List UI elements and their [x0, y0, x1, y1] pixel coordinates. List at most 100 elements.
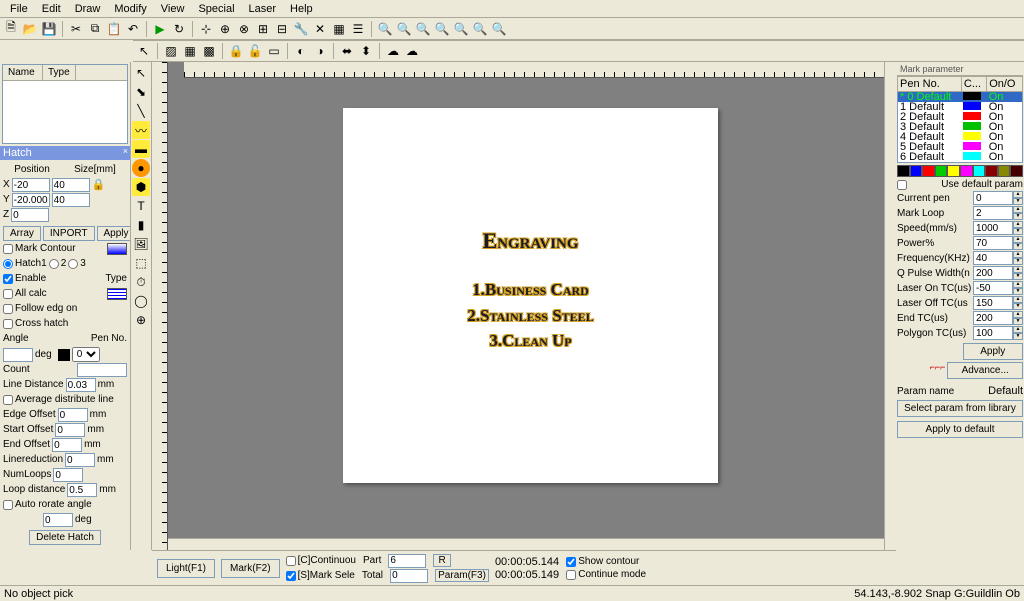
scrollbar-horizontal[interactable]: [168, 538, 884, 550]
count-input[interactable]: [77, 363, 127, 377]
spinner[interactable]: ▲▼: [1013, 206, 1023, 220]
delete-hatch-button[interactable]: Delete Hatch: [29, 530, 101, 545]
hatch1-icon[interactable]: ▨: [162, 42, 180, 60]
x-size-input[interactable]: [52, 178, 90, 192]
color-swatch[interactable]: [998, 165, 1011, 177]
hatch2-icon[interactable]: ▦: [181, 42, 199, 60]
x-pos-input[interactable]: [12, 178, 50, 192]
mirror-h-icon[interactable]: ⬌: [338, 42, 356, 60]
color-swatch[interactable]: [897, 165, 910, 177]
hatch1-radio[interactable]: [3, 259, 13, 269]
canvas-line1-text[interactable]: 1.Business Card: [343, 280, 718, 300]
color-swatch[interactable]: [922, 165, 935, 177]
object-list[interactable]: Name Type: [2, 64, 128, 144]
spinner[interactable]: ▲▼: [1013, 296, 1023, 310]
zoom-in-icon[interactable]: 🔍: [376, 20, 394, 38]
timer-tool-icon[interactable]: ⏱: [132, 273, 150, 291]
numloops-input[interactable]: [53, 468, 83, 482]
menu-help[interactable]: Help: [283, 1, 320, 17]
color-swatch[interactable]: [935, 165, 948, 177]
param-input[interactable]: [973, 266, 1013, 280]
menu-file[interactable]: File: [3, 1, 35, 17]
param-input[interactable]: [973, 236, 1013, 250]
avgdist-check[interactable]: [3, 395, 13, 405]
apply-param-button[interactable]: Apply: [963, 343, 1023, 360]
array-button[interactable]: Array: [3, 226, 41, 241]
linered-input[interactable]: [65, 453, 95, 467]
y-size-input[interactable]: [52, 193, 90, 207]
pen-hdr-color[interactable]: C...: [961, 77, 986, 92]
color-swatch[interactable]: [910, 165, 923, 177]
lock-icon[interactable]: 🔒: [227, 42, 245, 60]
obj-col-type[interactable]: Type: [43, 65, 76, 80]
menu-edit[interactable]: Edit: [35, 1, 68, 17]
z-pos-input[interactable]: [11, 208, 49, 222]
param-input[interactable]: [973, 311, 1013, 325]
vector-tool-icon[interactable]: ⬚: [132, 254, 150, 272]
pen-select[interactable]: 0: [72, 347, 100, 362]
spinner[interactable]: ▲▼: [1013, 326, 1023, 340]
menu-modify[interactable]: Modify: [107, 1, 153, 17]
r-button[interactable]: R: [433, 554, 450, 567]
shape1-icon[interactable]: ◐: [292, 42, 310, 60]
param-input[interactable]: [973, 251, 1013, 265]
menu-view[interactable]: View: [154, 1, 192, 17]
contour-swatch[interactable]: [107, 243, 127, 255]
spinner[interactable]: ▲▼: [1013, 221, 1023, 235]
zoom3-icon[interactable]: 🔍: [490, 20, 508, 38]
zoom-sel-icon[interactable]: 🔍: [433, 20, 451, 38]
y-pos-input[interactable]: [12, 193, 50, 207]
cut-icon[interactable]: ✂: [67, 20, 85, 38]
canvas-title-text[interactable]: Engraving: [343, 228, 718, 254]
input-tool-icon[interactable]: ◯: [132, 292, 150, 310]
play-icon[interactable]: ▶: [151, 20, 169, 38]
pen-color-swatch[interactable]: [58, 349, 70, 361]
workspace[interactable]: Engraving 1.Business Card 2.Stainless St…: [168, 78, 884, 538]
select-library-button[interactable]: Select param from library: [897, 400, 1023, 417]
mark-button[interactable]: Mark(F2): [221, 559, 280, 578]
allcalc-check[interactable]: [3, 289, 13, 299]
barcode-tool-icon[interactable]: ▮: [132, 216, 150, 234]
canvas-line2-text[interactable]: 2.Stainless Steel: [343, 306, 718, 326]
zoom2-icon[interactable]: 🔍: [471, 20, 489, 38]
curve-tool-icon[interactable]: 〰: [132, 121, 150, 139]
spinner[interactable]: ▲▼: [1013, 251, 1023, 265]
obj-col-name[interactable]: Name: [3, 65, 43, 80]
ungroup-icon[interactable]: ☁: [403, 42, 421, 60]
redo-icon[interactable]: ↻: [170, 20, 188, 38]
angle-input[interactable]: [3, 348, 33, 362]
cross-check[interactable]: [3, 319, 13, 329]
unlock-icon[interactable]: 🔓: [246, 42, 264, 60]
spinner[interactable]: ▲▼: [1013, 281, 1023, 295]
color-swatch[interactable]: [947, 165, 960, 177]
endoff-input[interactable]: [52, 438, 82, 452]
snap5-icon[interactable]: ⊟: [273, 20, 291, 38]
line-tool-icon[interactable]: ╲: [132, 102, 150, 120]
zoom-out-icon[interactable]: 🔍: [395, 20, 413, 38]
param-input[interactable]: [973, 281, 1013, 295]
rect-tool-icon[interactable]: ▬: [132, 140, 150, 158]
link-icon[interactable]: ⌐⌐⌐: [897, 362, 945, 379]
spinner[interactable]: ▲▼: [1013, 266, 1023, 280]
hatch3-icon[interactable]: ▩: [200, 42, 218, 60]
tool2-icon[interactable]: ✕: [311, 20, 329, 38]
undo-icon[interactable]: ↶: [124, 20, 142, 38]
snap1-icon[interactable]: ⊹: [197, 20, 215, 38]
open-icon[interactable]: 📂: [21, 20, 39, 38]
zoom1-icon[interactable]: 🔍: [452, 20, 470, 38]
color-swatch[interactable]: [985, 165, 998, 177]
close-icon[interactable]: ×: [123, 146, 128, 156]
spinner[interactable]: ▲▼: [1013, 191, 1023, 205]
loopdist-input[interactable]: [67, 483, 97, 497]
pen-hdr-no[interactable]: Pen No.: [898, 77, 962, 92]
paste-icon[interactable]: 📋: [105, 20, 123, 38]
param-input[interactable]: [973, 326, 1013, 340]
list-icon[interactable]: ☰: [349, 20, 367, 38]
pen-row[interactable]: 6 DefaultOn: [898, 152, 1023, 163]
image-tool-icon[interactable]: 🖼: [132, 235, 150, 253]
param-input[interactable]: [973, 221, 1013, 235]
snap4-icon[interactable]: ⊞: [254, 20, 272, 38]
autorot-check[interactable]: [3, 500, 13, 510]
light-button[interactable]: Light(F1): [157, 559, 215, 578]
advance-button[interactable]: Advance...: [947, 362, 1023, 379]
